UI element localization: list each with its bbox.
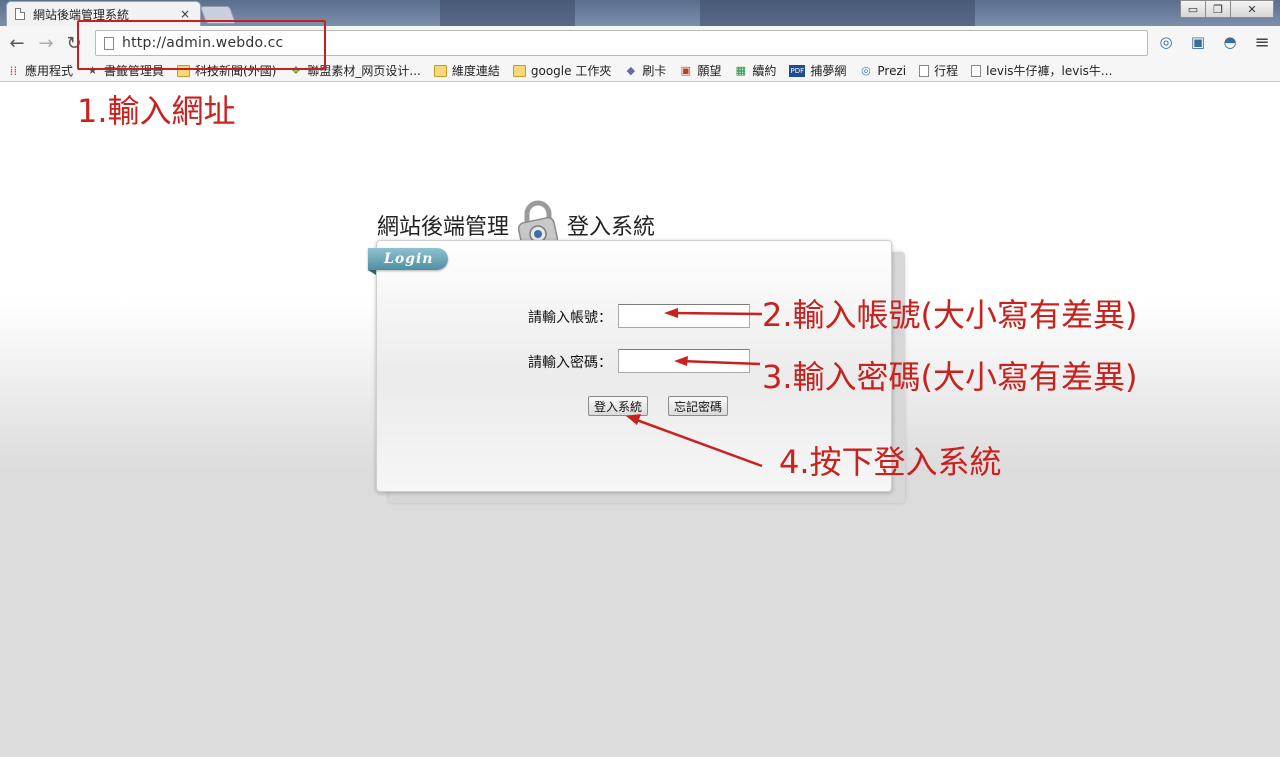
arrowhead-step3 (674, 356, 688, 366)
arrowhead-step2 (664, 308, 678, 318)
annotation-arrows (626, 308, 763, 468)
arrow-step2 (671, 311, 763, 316)
arrowhead-step4 (626, 414, 641, 425)
arrow-step3 (679, 359, 761, 366)
arrow-step4 (633, 417, 763, 468)
